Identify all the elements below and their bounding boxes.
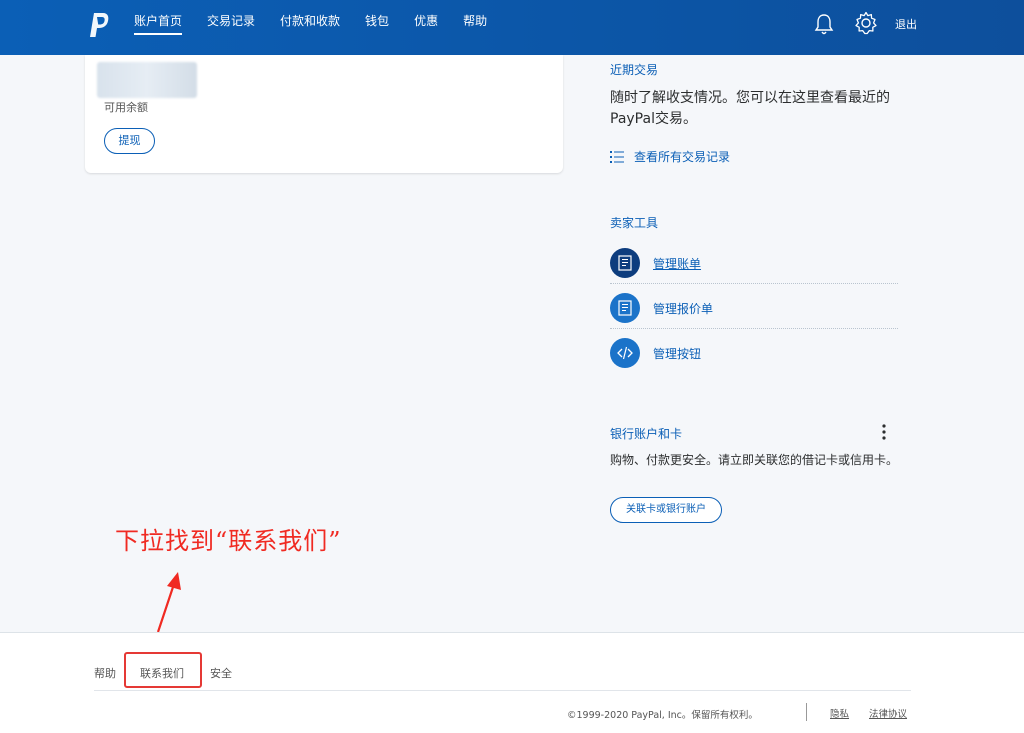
legal-agreements-link[interactable]: 法律协议 bbox=[869, 706, 907, 720]
bank-cards-title: 银行账户和卡 bbox=[610, 427, 683, 441]
copyright-text: ©1999-2020 PayPal, Inc。保留所有权利。 bbox=[567, 710, 758, 721]
nav-wallet[interactable]: 钱包 bbox=[365, 0, 389, 55]
seller-tool-invoices[interactable]: 管理账单 bbox=[610, 243, 898, 283]
nav-account-home[interactable]: 账户首页 bbox=[134, 0, 183, 55]
view-all-transactions-link[interactable]: 查看所有交易记录 bbox=[610, 148, 730, 165]
annotation-highlight-box bbox=[124, 652, 202, 688]
code-icon bbox=[610, 338, 640, 368]
seller-tool-label: 管理账单 bbox=[653, 256, 702, 271]
divider bbox=[610, 328, 898, 329]
invoice-icon bbox=[610, 248, 640, 278]
gear-icon[interactable] bbox=[854, 11, 878, 35]
divider bbox=[610, 283, 898, 284]
bell-icon[interactable] bbox=[813, 12, 835, 36]
bank-cards-description: 购物、付款更安全。请立即关联您的借记卡或信用卡。 bbox=[610, 453, 899, 467]
footer-security-link[interactable]: 安全 bbox=[210, 665, 232, 681]
footer-help-link[interactable]: 帮助 bbox=[94, 665, 116, 681]
recent-transactions-title: 近期交易 bbox=[610, 63, 659, 77]
main-nav: 账户首页 交易记录 付款和收款 钱包 优惠 帮助 bbox=[134, 0, 512, 55]
nav-send-receive[interactable]: 付款和收款 bbox=[280, 0, 340, 55]
logout-link[interactable]: 退出 bbox=[895, 16, 917, 32]
top-nav-bar: 账户首页 交易记录 付款和收款 钱包 优惠 帮助 退出 bbox=[0, 0, 1024, 55]
footer-divider bbox=[94, 690, 911, 691]
nav-transactions[interactable]: 交易记录 bbox=[207, 0, 255, 55]
seller-tools-title: 卖家工具 bbox=[610, 216, 659, 230]
seller-tool-buttons[interactable]: 管理按钮 bbox=[610, 333, 898, 373]
seller-tool-label: 管理按钮 bbox=[653, 346, 702, 361]
footer-separator bbox=[806, 703, 807, 721]
annotation-text: 下拉找到“联系我们” bbox=[115, 527, 342, 555]
blurred-balance bbox=[97, 62, 197, 98]
view-all-label: 查看所有交易记录 bbox=[634, 150, 731, 164]
seller-tool-quotes[interactable]: 管理报价单 bbox=[610, 288, 898, 328]
link-card-or-bank-button[interactable]: 关联卡或银行账户 bbox=[610, 497, 722, 523]
paypal-logo[interactable] bbox=[88, 11, 110, 39]
recent-transactions-description: 随时了解收支情况。您可以在这里查看最近的PayPal交易。 bbox=[610, 90, 890, 127]
nav-help[interactable]: 帮助 bbox=[463, 0, 487, 55]
kebab-icon[interactable] bbox=[880, 423, 888, 441]
seller-tool-label: 管理报价单 bbox=[653, 301, 714, 316]
available-balance-label: 可用余额 bbox=[104, 101, 148, 114]
quote-icon bbox=[610, 293, 640, 323]
nav-offers[interactable]: 优惠 bbox=[414, 0, 438, 55]
list-icon bbox=[610, 150, 624, 163]
privacy-link[interactable]: 隐私 bbox=[830, 706, 849, 720]
annotation-arrow bbox=[156, 572, 181, 633]
withdraw-button[interactable]: 提现 bbox=[104, 128, 155, 154]
